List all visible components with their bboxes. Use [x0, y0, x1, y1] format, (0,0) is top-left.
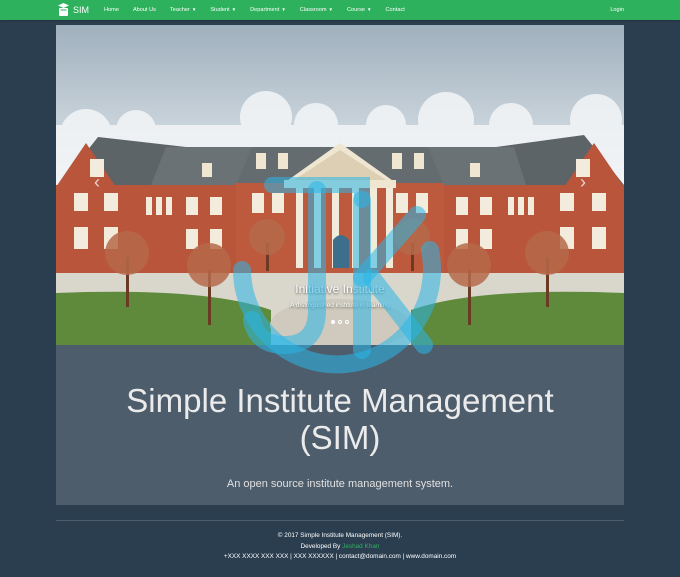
nav-course-dropdown[interactable]: Course ▼	[340, 7, 379, 13]
caret-down-icon: ▼	[281, 7, 286, 12]
footer-copyright: © 2017 Simple Institute Management (SIM)…	[277, 532, 403, 539]
carousel-caption: Initiative Institute A distinguished ins…	[56, 282, 624, 309]
nav-teacher-dropdown[interactable]: Teacher ▼	[163, 7, 203, 13]
graduation-book-icon	[58, 3, 69, 16]
main-container: ‹ › Initiative Institute A distinguished…	[56, 25, 624, 505]
top-navbar: SIM Home About Us Teacher ▼ Student ▼ Depa…	[0, 0, 680, 20]
brand-link[interactable]: SIM	[58, 3, 89, 17]
nav-home-label: Home	[104, 7, 119, 13]
nav-department-label: Department	[250, 7, 280, 13]
nav-about-label: About Us	[132, 7, 156, 13]
carousel-indicator-2[interactable]	[338, 320, 342, 324]
caption-title: Initiative Institute	[295, 282, 385, 296]
carousel-indicator-3[interactable]	[345, 320, 349, 324]
nav-classroom-label: Classroom	[299, 7, 327, 13]
nav-about-us[interactable]: About Us	[126, 7, 163, 13]
nav-department-dropdown[interactable]: Department ▼	[243, 7, 293, 13]
nav-contact[interactable]: Contact	[379, 7, 412, 13]
carousel-indicators	[56, 320, 624, 324]
caption-subtitle: A distinguished institute in learning	[290, 302, 390, 309]
footer-divider	[56, 520, 624, 521]
footer-contact: +XXX XXXX XXX XXX | XXX XXXXXX | contact…	[223, 553, 457, 560]
carousel-indicator-1[interactable]	[331, 320, 335, 324]
brand-label: SIM	[73, 5, 90, 15]
chevron-left-icon[interactable]: ‹	[94, 173, 100, 191]
nav-contact-label: Contact	[385, 7, 405, 13]
nav-student-dropdown[interactable]: Student ▼	[203, 7, 243, 13]
developer-link[interactable]: Jeshad Khan	[342, 543, 379, 550]
nav-classroom-dropdown[interactable]: Classroom ▼	[293, 7, 340, 13]
footer-developed-by: Developed By Jeshad Khan	[0, 542, 680, 553]
nav-course-label: Course	[347, 7, 366, 13]
caret-down-icon: ▼	[367, 7, 372, 12]
nav-login[interactable]: Login	[610, 7, 624, 13]
nav-teacher-label: Teacher	[169, 7, 190, 13]
nav-home[interactable]: Home	[97, 7, 126, 13]
page-footer: © 2017 Simple Institute Management (SIM)…	[0, 531, 680, 563]
nav-login-label: Login	[610, 7, 624, 13]
hero-carousel: ‹ › Initiative Institute A distinguished…	[56, 25, 624, 345]
caret-down-icon: ▼	[191, 7, 197, 12]
caret-down-icon: ▼	[231, 7, 237, 12]
page-title: Simple Institute Management (SIM)	[126, 382, 554, 456]
nav-student-label: Student	[210, 7, 230, 13]
caret-down-icon: ▼	[328, 7, 333, 12]
chevron-right-icon[interactable]: ›	[580, 173, 586, 191]
jumbotron: Simple Institute Management (SIM) An ope…	[56, 345, 624, 505]
developed-by-label: Developed By	[300, 542, 341, 550]
page-lead: An open source institute management syst…	[226, 478, 454, 491]
